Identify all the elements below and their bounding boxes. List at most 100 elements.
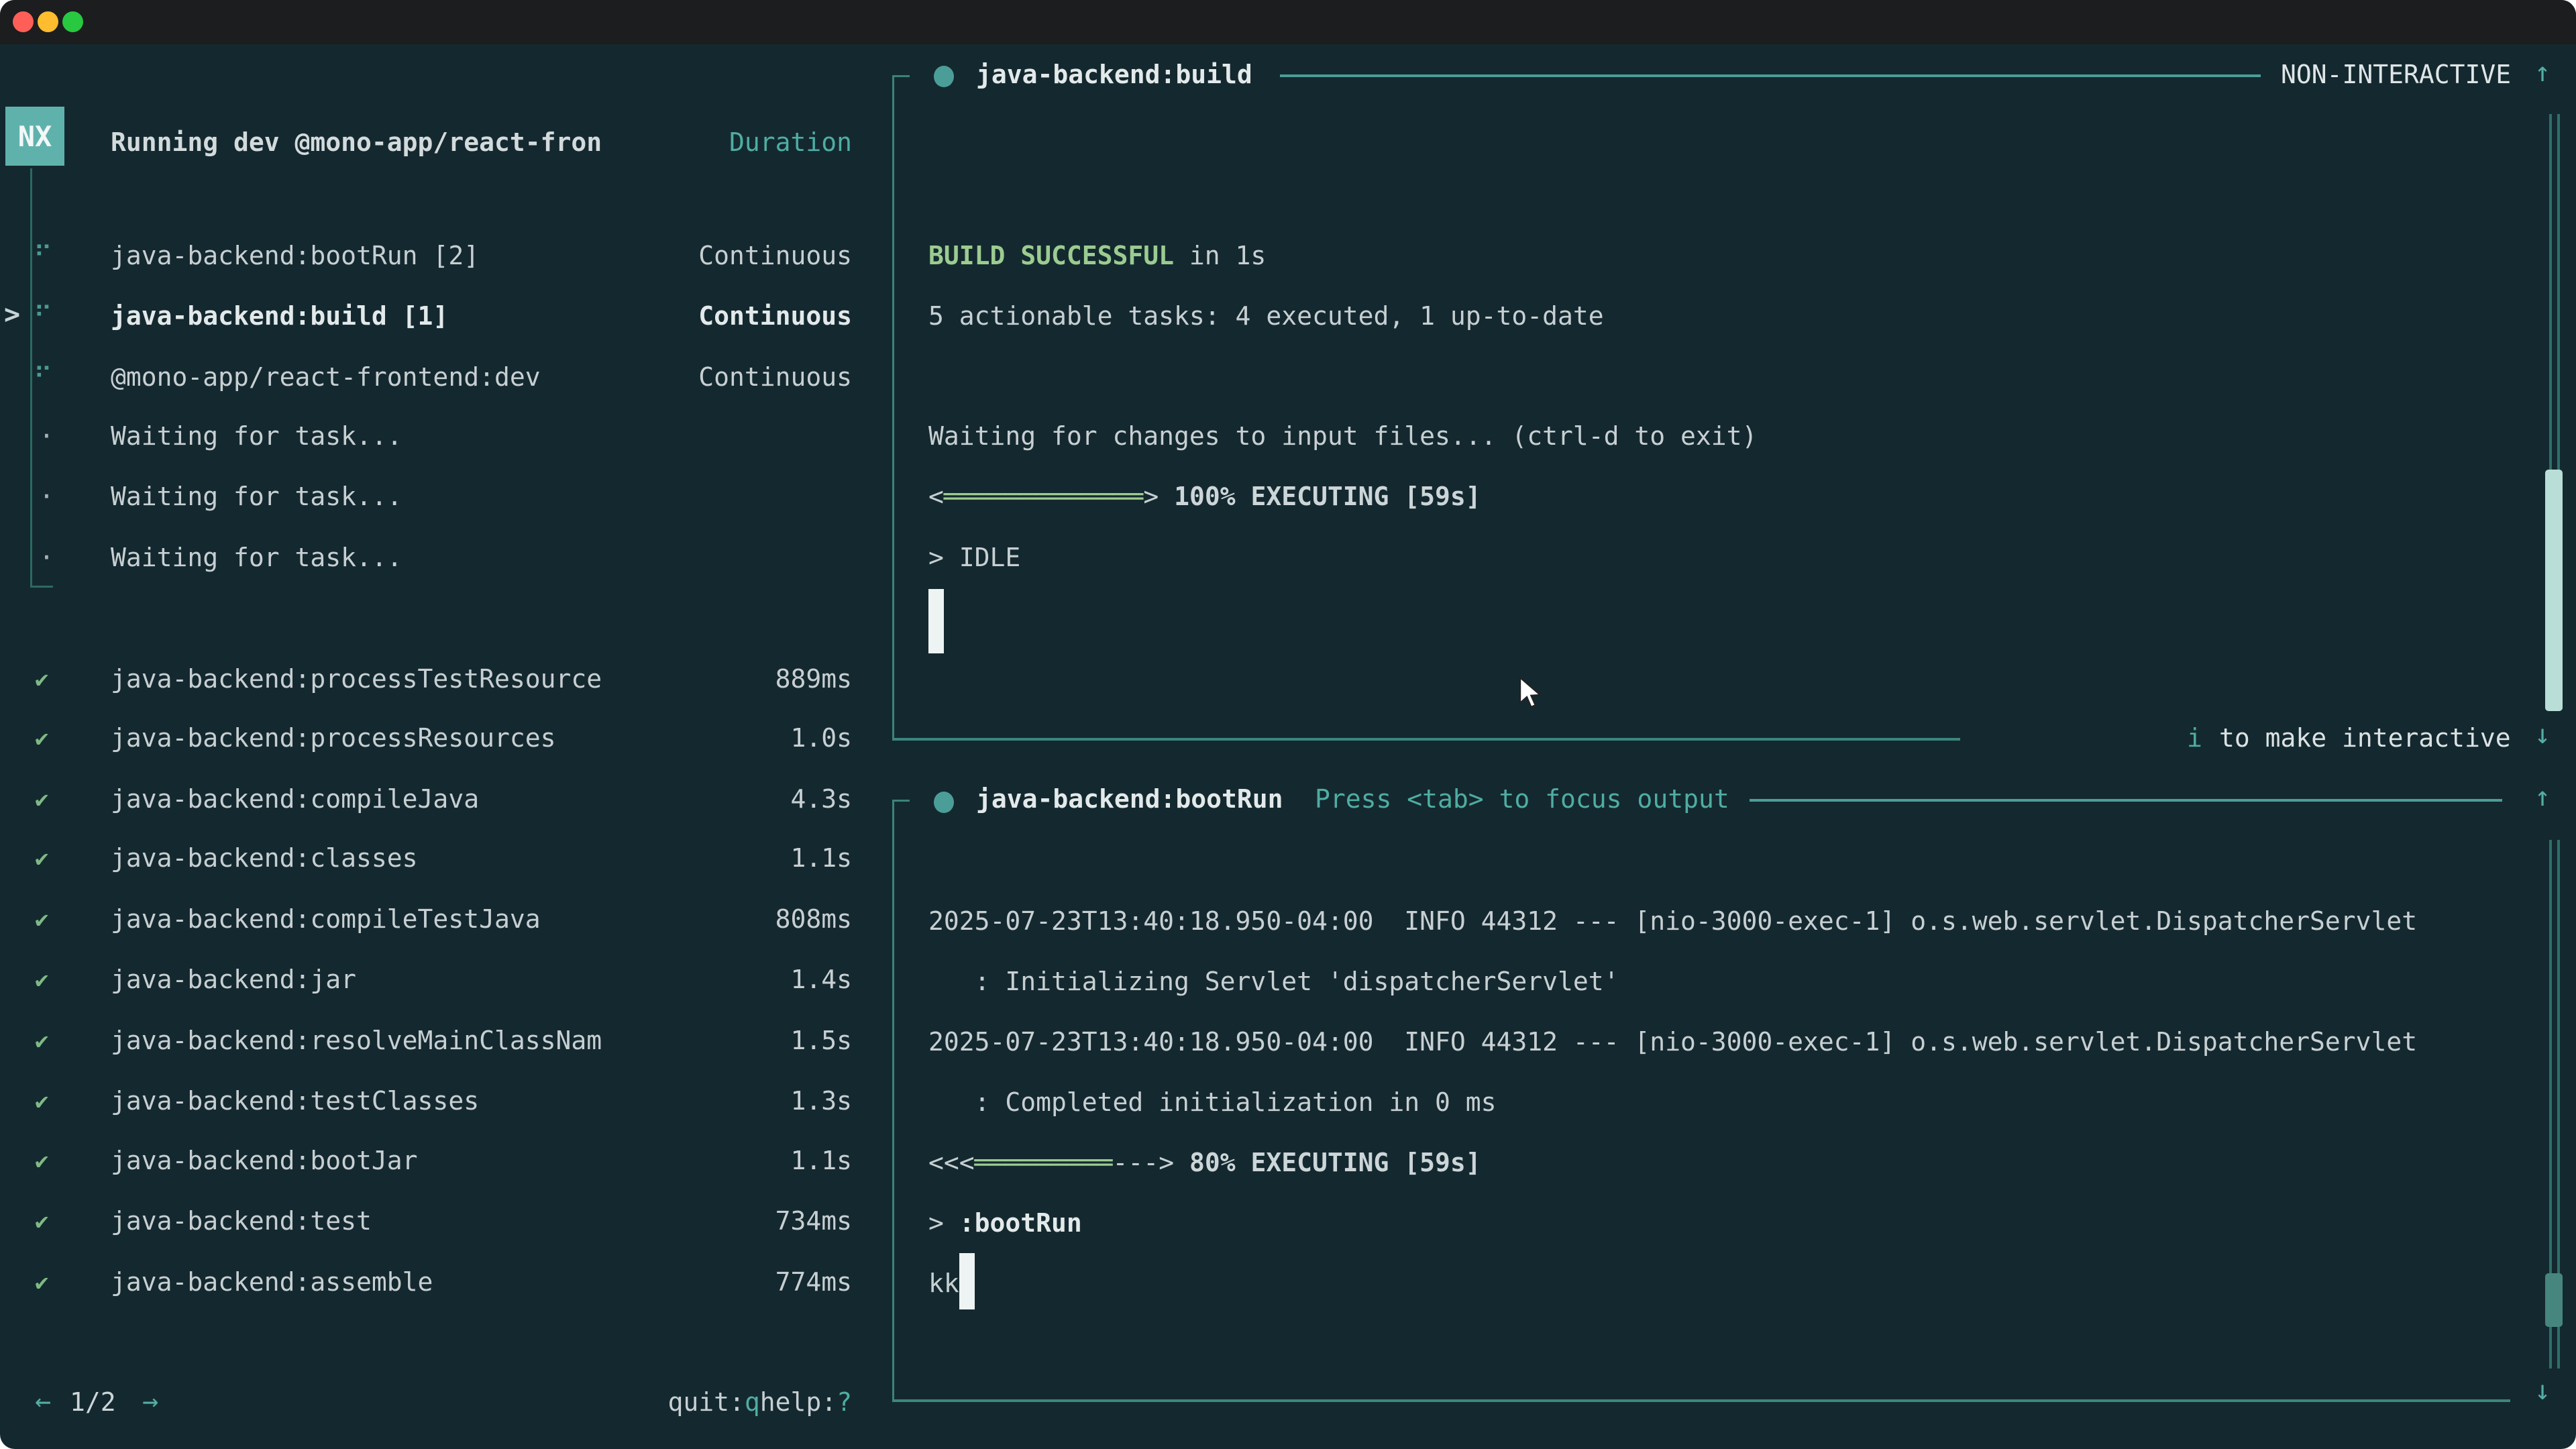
build-progress-line: <═════════════> 100% EXECUTING [59s] bbox=[928, 482, 1481, 511]
build-panel-corner bbox=[892, 75, 910, 77]
minimize-window-button[interactable] bbox=[38, 11, 58, 32]
task-name: java-backend:testClasses bbox=[111, 1086, 479, 1116]
task-name: java-backend:classes bbox=[111, 843, 418, 873]
help-bar: quit: q help: ? bbox=[0, 1387, 892, 1425]
task-duration: 1.0s bbox=[790, 723, 852, 753]
check-icon: ✔ bbox=[35, 1269, 48, 1296]
task-duration: 808ms bbox=[775, 904, 852, 934]
build-time-text: in 1s bbox=[1174, 241, 1266, 270]
spinner-icon: ⠋ bbox=[34, 241, 52, 270]
check-icon: ✔ bbox=[35, 725, 48, 752]
scroll-down-icon[interactable]: ↓ bbox=[2534, 719, 2551, 750]
bootrun-panel-bottom-border bbox=[892, 1399, 2510, 1402]
interactive-key: i bbox=[2187, 723, 2202, 753]
task-target-text: :bootRun bbox=[959, 1208, 1082, 1238]
task-name: java-backend:bootRun [2] bbox=[111, 241, 479, 270]
check-icon: ✔ bbox=[35, 845, 48, 872]
task-duration: 1.1s bbox=[790, 843, 852, 873]
noninteractive-badge: NON-INTERACTIVE bbox=[2281, 60, 2511, 89]
spinner-icon: ⠋ bbox=[34, 362, 52, 392]
log-line: 2025-07-23T13:40:18.950-04:00 INFO 44312… bbox=[928, 1027, 2417, 1057]
check-icon: ✔ bbox=[35, 666, 48, 693]
check-icon: ✔ bbox=[35, 967, 48, 994]
task-row-frontend-dev[interactable]: ⠋ @mono-app/react-frontend:dev Continuou… bbox=[0, 362, 892, 400]
task-row-done[interactable]: ✔ java-backend:test 734ms bbox=[0, 1206, 892, 1244]
waiting-dot-icon: · bbox=[39, 482, 54, 511]
task-row-build-selected[interactable]: ⠋ java-backend:build [1] Continuous bbox=[0, 301, 892, 339]
task-row-waiting-2[interactable]: · Waiting for task... bbox=[0, 482, 892, 519]
log-line: : Completed initialization in 0 ms bbox=[928, 1087, 1496, 1117]
prompt-caret: > bbox=[928, 1208, 959, 1238]
progress-right-arrow: > bbox=[1143, 482, 1159, 511]
progress-tail: --- bbox=[1113, 1148, 1159, 1177]
check-icon: ✔ bbox=[35, 906, 48, 933]
task-duration: 889ms bbox=[775, 664, 852, 694]
task-row-waiting-1[interactable]: · Waiting for task... bbox=[0, 421, 892, 459]
task-name: Waiting for task... bbox=[111, 482, 402, 511]
progress-fill: ═════════ bbox=[975, 1148, 1113, 1177]
duration-column-header: Duration bbox=[729, 127, 852, 157]
task-group-line-corner bbox=[30, 586, 53, 588]
text-cursor bbox=[959, 1253, 975, 1309]
mouse-cursor bbox=[1517, 676, 1550, 717]
task-row-done[interactable]: ✔ java-backend:classes 1.1s bbox=[0, 843, 892, 881]
terminal-input-text[interactable]: kk bbox=[928, 1269, 959, 1298]
bootrun-panel-left-border bbox=[892, 800, 894, 1401]
build-result-line: BUILD SUCCESSFUL in 1s bbox=[928, 241, 1266, 270]
check-icon: ✔ bbox=[35, 1088, 48, 1115]
terminal-window: NX Running dev @mono-app/react-fron Dura… bbox=[0, 0, 2576, 1449]
bootrun-panel-corner bbox=[892, 800, 910, 802]
progress-right-arrow: > bbox=[1159, 1148, 1174, 1177]
task-name: java-backend:jar bbox=[111, 965, 356, 994]
task-name: java-backend:processTestResource bbox=[111, 664, 602, 694]
help-key: ? bbox=[837, 1387, 852, 1417]
task-row-done[interactable]: ✔ java-backend:compileJava 4.3s bbox=[0, 784, 892, 822]
scroll-up-icon[interactable]: ↑ bbox=[2534, 57, 2551, 88]
task-name: Waiting for task... bbox=[111, 421, 402, 451]
check-icon: ✔ bbox=[35, 1208, 48, 1235]
task-bullet-icon bbox=[934, 66, 954, 87]
task-row-bootrun[interactable]: ⠋ java-backend:bootRun [2] Continuous bbox=[0, 241, 892, 278]
task-row-done[interactable]: ✔ java-backend:assemble 774ms bbox=[0, 1267, 892, 1305]
task-bullet-icon bbox=[934, 792, 954, 813]
screen: NX Running dev @mono-app/react-fron Dura… bbox=[0, 0, 2576, 1449]
check-icon: ✔ bbox=[35, 1028, 48, 1055]
scroll-down-icon[interactable]: ↓ bbox=[2534, 1375, 2551, 1406]
task-duration: 734ms bbox=[775, 1206, 852, 1236]
bootrun-progress-line: <<<═════════---> 80% EXECUTING [59s] bbox=[928, 1148, 1481, 1177]
build-summary-line: 5 actionable tasks: 4 executed, 1 up-to-… bbox=[928, 301, 1604, 331]
task-row-done[interactable]: ✔ java-backend:jar 1.4s bbox=[0, 965, 892, 1002]
window-titlebar[interactable] bbox=[0, 0, 2576, 44]
progress-left-arrow: < bbox=[928, 482, 944, 511]
focus-output-hint: Press <tab> to focus output bbox=[1315, 784, 1729, 814]
help-bar-text: quit: q help: ? bbox=[667, 1387, 852, 1417]
build-successful-text: BUILD SUCCESSFUL bbox=[928, 241, 1174, 270]
task-duration: 774ms bbox=[775, 1267, 852, 1297]
check-icon: ✔ bbox=[35, 786, 48, 813]
task-row-done[interactable]: ✔ java-backend:processResources 1.0s bbox=[0, 723, 892, 761]
scroll-up-icon[interactable]: ↑ bbox=[2534, 782, 2551, 812]
waiting-dot-icon: · bbox=[39, 543, 54, 572]
task-row-done[interactable]: ✔ java-backend:processTestResource 889ms bbox=[0, 664, 892, 702]
scrollbar-thumb[interactable] bbox=[2545, 470, 2563, 711]
task-row-done[interactable]: ✔ java-backend:resolveMainClassNam 1.5s bbox=[0, 1026, 892, 1063]
close-window-button[interactable] bbox=[13, 11, 34, 32]
task-row-waiting-3[interactable]: · Waiting for task... bbox=[0, 543, 892, 580]
task-row-done[interactable]: ✔ java-backend:bootJar 1.1s bbox=[0, 1146, 892, 1183]
task-row-done[interactable]: ✔ java-backend:compileTestJava 808ms bbox=[0, 904, 892, 942]
quit-label: quit: bbox=[667, 1387, 744, 1417]
task-status: Continuous bbox=[698, 241, 852, 270]
help-label: help: bbox=[760, 1387, 837, 1417]
scrollbar-thumb[interactable] bbox=[2545, 1273, 2563, 1327]
task-name: Waiting for task... bbox=[111, 543, 402, 572]
task-name: java-backend:test bbox=[111, 1206, 372, 1236]
task-name: java-backend:compileTestJava bbox=[111, 904, 541, 934]
progress-label: 100% EXECUTING [59s] bbox=[1159, 482, 1481, 511]
progress-left-arrow: <<< bbox=[928, 1148, 975, 1177]
progress-fill: ═════════════ bbox=[944, 482, 1143, 511]
task-status: Continuous bbox=[698, 362, 852, 392]
task-row-done[interactable]: ✔ java-backend:testClasses 1.3s bbox=[0, 1086, 892, 1124]
interactive-hint-text: to make interactive bbox=[2219, 723, 2511, 753]
task-name: java-backend:resolveMainClassNam bbox=[111, 1026, 602, 1055]
zoom-window-button[interactable] bbox=[62, 11, 83, 32]
